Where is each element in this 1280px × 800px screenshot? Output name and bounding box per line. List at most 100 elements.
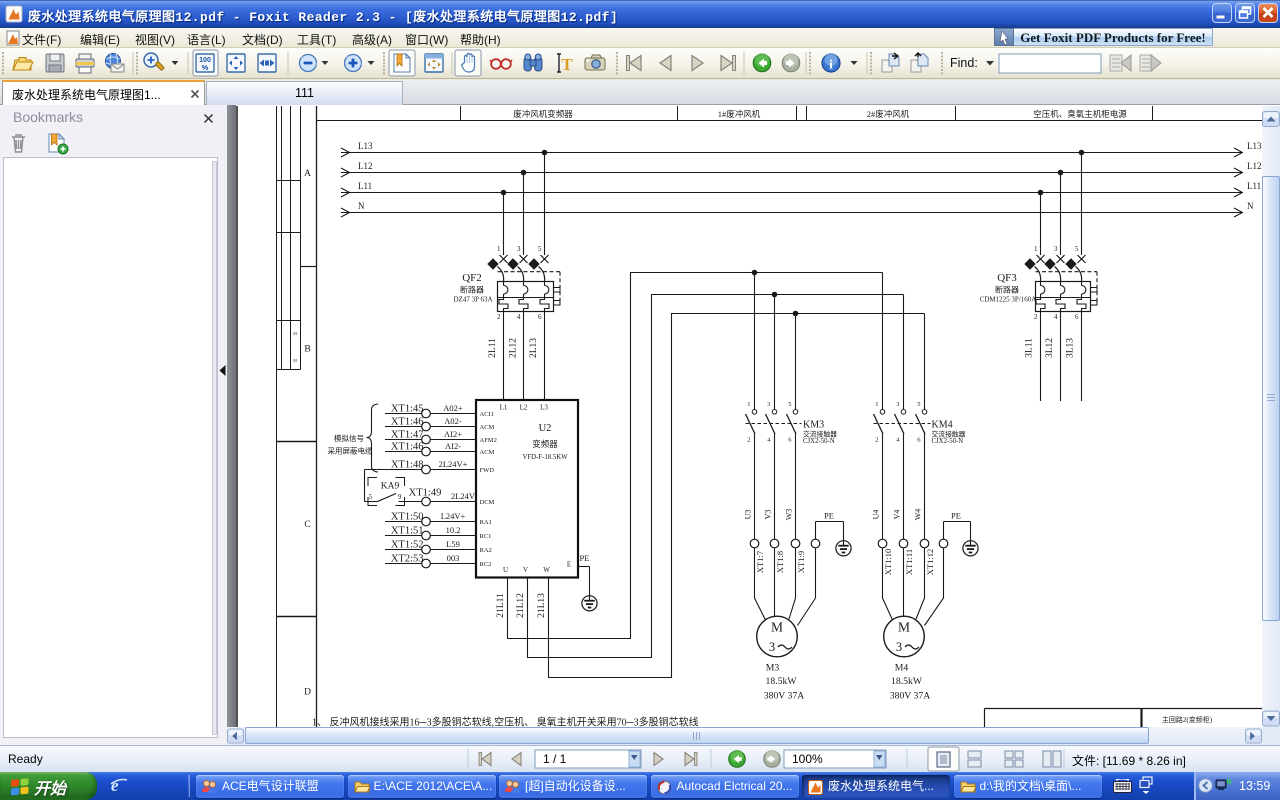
- svg-text:D: D: [304, 688, 311, 698]
- svg-text:废冲风机变频器: 废冲风机变频器: [513, 109, 573, 119]
- svg-text:XT1:46: XT1:46: [391, 442, 424, 453]
- svg-text:18.5kW: 18.5kW: [766, 676, 798, 687]
- svg-text:2: 2: [747, 437, 750, 444]
- svg-text:U: U: [503, 566, 508, 574]
- svg-text:21L11: 21L11: [496, 593, 506, 618]
- svg-text:AI2+: AI2+: [444, 429, 462, 439]
- svg-text:XT1:7: XT1:7: [755, 551, 765, 573]
- svg-text:1: 1: [747, 401, 750, 408]
- svg-text:4: 4: [517, 313, 521, 321]
- svg-text:XT1:48: XT1:48: [391, 460, 424, 471]
- svg-text:T: T: [561, 55, 573, 74]
- svg-text:V4: V4: [893, 510, 902, 520]
- svg-text:4: 4: [767, 437, 771, 444]
- svg-text:采用屏蔽电缆: 采用屏蔽电缆: [328, 446, 373, 456]
- svg-text:AI2-: AI2-: [445, 441, 461, 451]
- svg-text:2L24V: 2L24V: [451, 491, 476, 501]
- svg-text:3L13: 3L13: [1066, 338, 1076, 358]
- svg-text:XT1:47: XT1:47: [391, 430, 424, 441]
- svg-text:U3: U3: [744, 510, 753, 520]
- svg-text:e: e: [111, 776, 119, 795]
- svg-text:CDM1225 3P/160A: CDM1225 3P/160A: [980, 296, 1037, 304]
- svg-text:模拟信号: 模拟信号: [334, 433, 364, 443]
- svg-text:断路器: 断路器: [995, 285, 1019, 295]
- svg-text:FWD: FWD: [480, 467, 495, 474]
- svg-text:L11: L11: [358, 181, 372, 191]
- svg-text:XT1:45: XT1:45: [391, 404, 424, 415]
- svg-text:5: 5: [369, 493, 373, 501]
- svg-text:ACI1: ACI1: [480, 411, 494, 418]
- svg-text:L13: L13: [1247, 141, 1262, 151]
- svg-text:ACM: ACM: [480, 424, 495, 431]
- svg-text:4: 4: [896, 437, 900, 444]
- svg-text:L13: L13: [358, 141, 373, 151]
- svg-text:XT1:9: XT1:9: [796, 551, 806, 573]
- svg-text:XT1:46: XT1:46: [391, 417, 424, 428]
- svg-text:A02+: A02+: [443, 403, 463, 413]
- svg-text:KA9: KA9: [381, 482, 400, 492]
- svg-text:3: 3: [767, 401, 770, 408]
- svg-text:DZ47 3P 63A: DZ47 3P 63A: [453, 296, 492, 304]
- svg-text:AFM2: AFM2: [480, 437, 497, 444]
- svg-text:3L11: 3L11: [1025, 338, 1035, 358]
- svg-text:W4: W4: [914, 509, 923, 521]
- svg-text:PE: PE: [951, 511, 961, 521]
- svg-text:i: i: [829, 57, 833, 72]
- svg-text:U4: U4: [872, 510, 881, 520]
- svg-text:M: M: [293, 358, 297, 363]
- svg-text:L59: L59: [446, 539, 460, 549]
- svg-text:1#废冲风机: 1#废冲风机: [718, 109, 761, 119]
- svg-text:KM4: KM4: [932, 420, 953, 431]
- svg-text:M: M: [898, 620, 910, 635]
- svg-text:2: 2: [875, 437, 878, 444]
- svg-text:断路器: 断路器: [460, 285, 484, 295]
- svg-text:2L12: 2L12: [509, 338, 519, 358]
- svg-text:003: 003: [447, 553, 460, 563]
- svg-text:QF2: QF2: [462, 272, 482, 284]
- svg-text:U2: U2: [539, 423, 552, 434]
- svg-text:Find:: Find:: [950, 56, 978, 70]
- svg-text:PE: PE: [824, 511, 834, 521]
- svg-text:L24V+: L24V+: [441, 511, 466, 521]
- svg-text:主回路2(变频柜): 主回路2(变频柜): [1162, 715, 1213, 724]
- svg-text:RC1: RC1: [480, 533, 492, 540]
- svg-text:DCM: DCM: [480, 499, 495, 506]
- svg-text:CJX2-50-N: CJX2-50-N: [803, 438, 835, 445]
- svg-text:L11: L11: [1247, 181, 1261, 191]
- svg-text:1: 1: [1034, 245, 1038, 253]
- svg-text:XT1:52: XT1:52: [391, 540, 424, 551]
- svg-text:PE: PE: [580, 553, 590, 563]
- svg-text:QF3: QF3: [997, 272, 1017, 284]
- svg-text:2L13: 2L13: [529, 338, 539, 358]
- svg-text:5: 5: [917, 401, 920, 408]
- svg-text:M: M: [771, 620, 783, 635]
- svg-text:2L11: 2L11: [488, 338, 498, 358]
- svg-text:5: 5: [1075, 245, 1079, 253]
- svg-text:M4: M4: [895, 663, 909, 674]
- svg-text:100%: 100%: [792, 752, 823, 766]
- svg-text:XT1:8: XT1:8: [775, 551, 785, 573]
- svg-text:XT1:11: XT1:11: [904, 549, 914, 575]
- svg-text:变频器: 变频器: [532, 439, 558, 449]
- svg-text:1: 1: [875, 401, 878, 408]
- svg-text:XT1:10: XT1:10: [883, 549, 893, 575]
- svg-text:5: 5: [788, 401, 791, 408]
- svg-text:6: 6: [917, 437, 921, 444]
- svg-text:L1: L1: [500, 404, 508, 412]
- svg-text:3: 3: [1054, 245, 1058, 253]
- svg-text:3: 3: [517, 245, 521, 253]
- svg-text:A: A: [304, 169, 311, 179]
- svg-text:L12: L12: [358, 161, 373, 171]
- svg-text:380V 37A: 380V 37A: [890, 691, 930, 702]
- svg-text:A02-: A02-: [444, 416, 462, 426]
- svg-text:L12: L12: [1247, 161, 1262, 171]
- svg-text:6: 6: [788, 437, 792, 444]
- svg-text:B: B: [304, 345, 310, 355]
- svg-text:XT1:12: XT1:12: [925, 549, 935, 575]
- svg-text:2: 2: [497, 313, 501, 321]
- svg-text:L2: L2: [520, 404, 528, 412]
- svg-text:2#废冲风机: 2#废冲风机: [867, 109, 910, 119]
- svg-text:6: 6: [538, 313, 542, 321]
- svg-text:RC2: RC2: [480, 561, 492, 568]
- svg-text:2L24V+: 2L24V+: [439, 459, 468, 469]
